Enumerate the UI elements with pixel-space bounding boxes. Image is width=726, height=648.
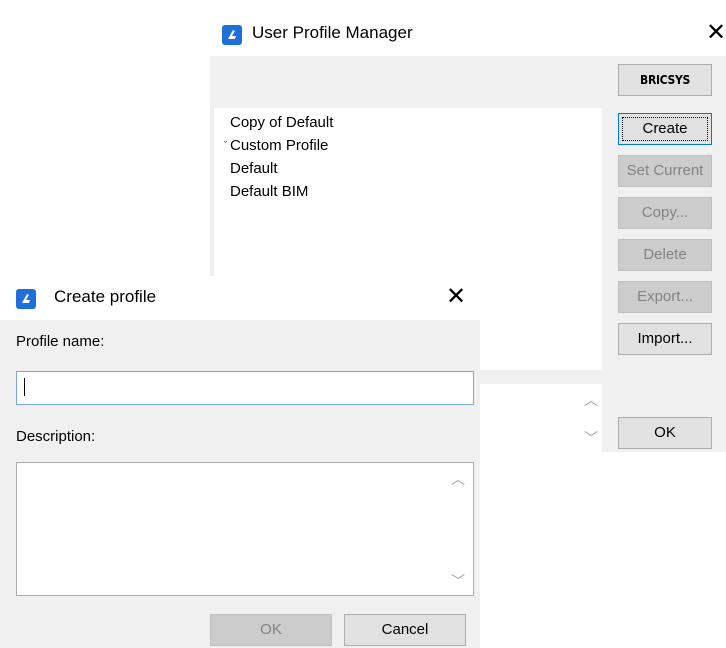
set-current-button[interactable]: Set Current xyxy=(618,155,712,187)
scroll-up-arrow-icon[interactable]: ︿ xyxy=(451,469,465,489)
profile-manager-title: User Profile Manager xyxy=(252,23,413,42)
profile-name-input[interactable] xyxy=(16,371,474,405)
profile-list-item[interactable]: Default xyxy=(230,160,278,177)
scroll-down-arrow-icon[interactable]: ﹀ xyxy=(451,571,465,591)
scroll-up-arrow-icon[interactable]: ︿ xyxy=(584,390,598,410)
bricscad-app-icon xyxy=(222,25,242,45)
profile-list-item[interactable]: ˇ Custom Profile xyxy=(224,137,329,154)
profile-name: Custom Profile xyxy=(230,137,329,154)
create-profile-title: Create profile xyxy=(54,287,157,306)
dialog-ok-button[interactable]: OK xyxy=(210,614,332,646)
profile-name: Default xyxy=(230,160,278,177)
description-textarea[interactable]: ︿ ﹀ xyxy=(16,462,474,596)
close-icon[interactable]: ✕ xyxy=(446,285,466,309)
profile-name: Default BIM xyxy=(230,183,309,200)
export-button[interactable]: Export... xyxy=(618,281,712,313)
cancel-button[interactable]: Cancel xyxy=(344,614,466,646)
profile-list-item[interactable]: Default BIM xyxy=(230,183,308,200)
profile-name: Copy of Default xyxy=(230,114,334,131)
bricscad-app-icon xyxy=(16,289,36,309)
import-button[interactable]: Import... xyxy=(618,323,712,355)
create-button[interactable]: Create xyxy=(618,113,712,145)
profile-manager-titlebar: User Profile Manager ✕ xyxy=(210,12,726,56)
bricsys-logo-button[interactable]: BRICSYS xyxy=(618,64,712,96)
profile-list-item[interactable]: Copy of Default xyxy=(230,114,333,131)
scroll-down-arrow-icon[interactable]: ﹀ xyxy=(584,428,598,448)
create-profile-dialog: Create profile ✕ Profile name: Descripti… xyxy=(0,276,480,648)
ok-button[interactable]: OK xyxy=(618,417,712,449)
text-caret xyxy=(24,378,25,396)
current-profile-mark-icon: ˇ xyxy=(224,140,227,150)
copy-button[interactable]: Copy... xyxy=(618,197,712,229)
description-label: Description: xyxy=(16,428,96,445)
delete-button[interactable]: Delete xyxy=(618,239,712,271)
profile-name-label: Profile name: xyxy=(16,333,105,350)
close-icon[interactable]: ✕ xyxy=(706,21,726,45)
create-profile-titlebar: Create profile ✕ xyxy=(0,276,480,320)
